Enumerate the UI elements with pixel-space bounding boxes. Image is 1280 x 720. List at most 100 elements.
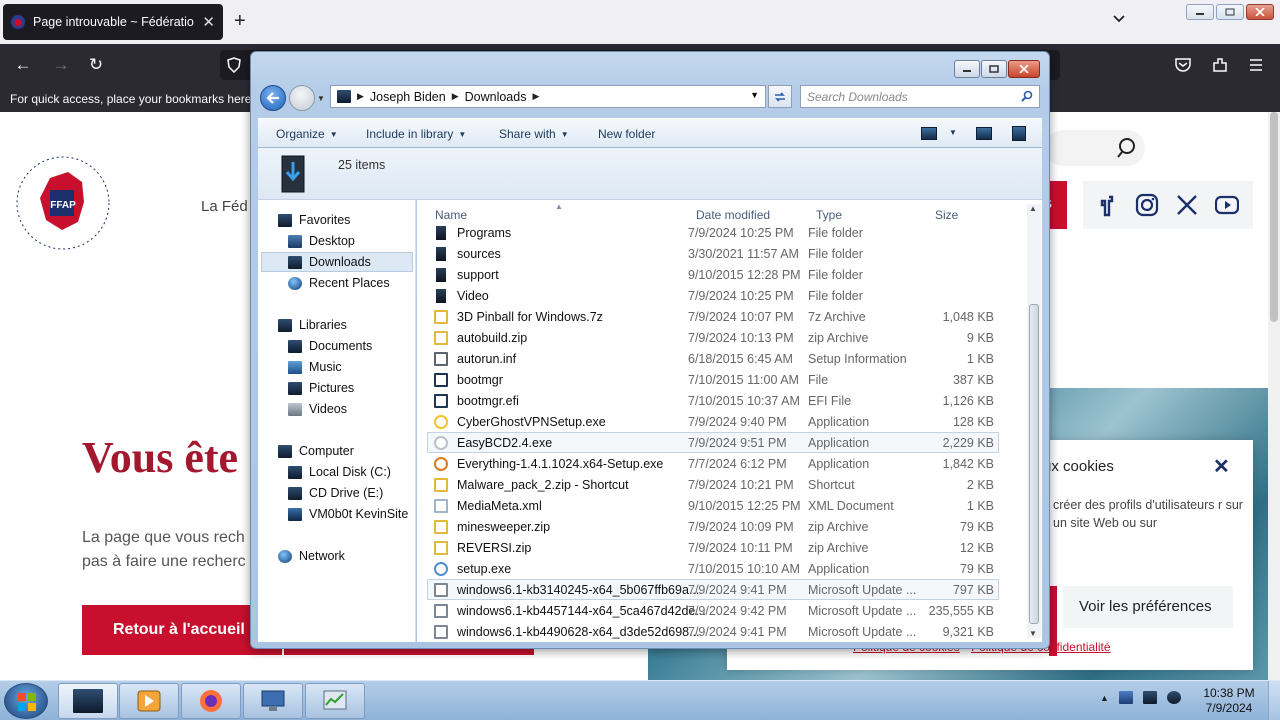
- nav-libraries[interactable]: Libraries: [278, 315, 347, 335]
- share-with-button[interactable]: Share with ▼: [499, 127, 569, 141]
- close-window-button[interactable]: [1246, 4, 1274, 20]
- file-row[interactable]: autobuild.zip 7/9/2024 10:13 PM zip Archiv…: [427, 327, 999, 348]
- explorer-back-button[interactable]: [260, 85, 286, 111]
- explorer-close-button[interactable]: [1008, 60, 1040, 78]
- file-row[interactable]: minesweeper.zip 7/9/2024 10:09 PM zip Arch…: [427, 516, 999, 537]
- preview-pane-icon[interactable]: [976, 127, 992, 140]
- youtube-icon[interactable]: [1215, 193, 1239, 217]
- nav-pictures[interactable]: Pictures: [288, 378, 354, 398]
- refresh-button[interactable]: [768, 85, 792, 108]
- minimize-button[interactable]: [1186, 4, 1214, 20]
- file-row[interactable]: autorun.inf 6/18/2015 6:45 AM Setup Inform…: [427, 348, 999, 369]
- browser-tab[interactable]: Page introuvable ~ Fédération f ✕: [3, 4, 223, 40]
- taskbar-task-manager[interactable]: [305, 683, 365, 719]
- nav-cd-drive[interactable]: CD Drive (E:): [288, 483, 383, 503]
- nav-desktop[interactable]: Desktop: [288, 231, 355, 251]
- file-row[interactable]: Programs 7/9/2024 10:25 PM File folder: [427, 222, 999, 243]
- show-desktop-button[interactable]: [1268, 681, 1280, 720]
- reload-icon[interactable]: ↻: [87, 56, 105, 74]
- file-row[interactable]: MediaMeta.xml 9/10/2015 12:25 PM XML Docum…: [427, 495, 999, 516]
- file-row[interactable]: Video 7/9/2024 10:25 PM File folder: [427, 285, 999, 306]
- include-in-library-button[interactable]: Include in library ▼: [366, 127, 466, 141]
- taskbar-firefox[interactable]: [181, 683, 241, 719]
- nav-videos[interactable]: Videos: [288, 399, 347, 419]
- file-row[interactable]: EasyBCD2.4.exe 7/9/2024 9:51 PM Applicatio…: [427, 432, 999, 453]
- nav-network-drive[interactable]: VM0b0t KevinSite: [288, 504, 408, 524]
- address-bar[interactable]: ▶ Joseph Biden ▶ Downloads ▶ ▼: [330, 85, 766, 108]
- search-icon[interactable]: [1116, 136, 1140, 160]
- scroll-up-icon[interactable]: ▲: [1029, 204, 1037, 213]
- breadcrumb-separator-icon[interactable]: ▶: [357, 91, 364, 102]
- show-hidden-icons-icon[interactable]: ▲: [1100, 693, 1109, 703]
- explorer-minimize-button[interactable]: [954, 60, 980, 78]
- new-tab-button[interactable]: +: [234, 10, 246, 33]
- network-status-icon[interactable]: [1142, 691, 1157, 704]
- column-header-name[interactable]: Name: [435, 208, 467, 222]
- file-row[interactable]: windows6.1-kb4457144-x64_5ca467d42de... 7…: [427, 600, 999, 621]
- tab-close-icon[interactable]: ✕: [202, 13, 215, 31]
- file-row[interactable]: bootmgr 7/10/2015 11:00 AM File 387 KB: [427, 369, 999, 390]
- facebook-icon[interactable]: [1095, 193, 1119, 217]
- address-dropdown-icon[interactable]: ▼: [750, 90, 759, 100]
- instagram-icon[interactable]: [1135, 193, 1159, 217]
- breadcrumb-item-user[interactable]: Joseph Biden: [370, 90, 446, 104]
- column-header-date[interactable]: Date modified: [696, 208, 770, 222]
- extensions-icon[interactable]: [1211, 56, 1229, 74]
- file-row[interactable]: windows6.1-kb4490628-x64_d3de52d698... 7/…: [427, 621, 999, 642]
- change-view-icon[interactable]: [921, 127, 937, 140]
- column-header-size[interactable]: Size: [935, 208, 958, 222]
- view-options-dropdown-icon[interactable]: ▼: [944, 125, 957, 139]
- restore-button[interactable]: [1216, 4, 1244, 20]
- start-button[interactable]: [4, 683, 48, 719]
- x-twitter-icon[interactable]: [1175, 193, 1199, 217]
- list-all-tabs-icon[interactable]: [1112, 12, 1126, 26]
- file-row[interactable]: setup.exe 7/10/2015 10:10 AM Application 79…: [427, 558, 999, 579]
- taskbar-remote-desktop[interactable]: [243, 683, 303, 719]
- column-header-type[interactable]: Type: [816, 208, 842, 222]
- cookie-preferences-button[interactable]: Voir les préférences: [1063, 586, 1233, 628]
- volume-icon[interactable]: [1166, 691, 1181, 704]
- cookie-close-icon[interactable]: ✕: [1213, 454, 1230, 479]
- forward-arrow-icon[interactable]: →: [52, 56, 70, 74]
- nav-local-disk[interactable]: Local Disk (C:): [288, 462, 391, 482]
- nav-recent-places[interactable]: Recent Places: [288, 273, 390, 293]
- pocket-icon[interactable]: [1174, 56, 1192, 74]
- page-scrollbar[interactable]: [1268, 112, 1280, 680]
- nav-network[interactable]: Network: [278, 546, 345, 566]
- breadcrumb-separator-icon[interactable]: ▶: [452, 91, 459, 102]
- file-list-scrollbar-thumb[interactable]: [1029, 304, 1039, 624]
- breadcrumb-separator-icon[interactable]: ▶: [532, 91, 539, 102]
- breadcrumb-item-downloads[interactable]: Downloads: [465, 90, 527, 104]
- page-scrollbar-thumb[interactable]: [1270, 112, 1278, 322]
- nav-favorites[interactable]: Favorites: [278, 210, 350, 230]
- explorer-maximize-button[interactable]: [981, 60, 1007, 78]
- taskbar-media-player[interactable]: [119, 683, 179, 719]
- file-row[interactable]: bootmgr.efi 7/10/2015 10:37 AM EFI File 1,1…: [427, 390, 999, 411]
- file-row[interactable]: REVERSI.zip 7/9/2024 10:11 PM zip Archive 1…: [427, 537, 999, 558]
- search-icon[interactable]: [1021, 90, 1033, 102]
- nav-downloads[interactable]: Downloads: [261, 252, 413, 272]
- nav-music[interactable]: Music: [288, 357, 342, 377]
- nav-computer[interactable]: Computer: [278, 441, 354, 461]
- file-list-scrollbar[interactable]: ▲ ▼: [1027, 204, 1041, 638]
- search-downloads-field[interactable]: Search Downloads: [800, 85, 1040, 108]
- file-row[interactable]: 3D Pinball for Windows.7z 7/9/2024 10:07 …: [427, 306, 999, 327]
- file-row[interactable]: windows6.1-kb3140245-x64_5b067ffb69a... 7…: [427, 579, 999, 600]
- file-row[interactable]: CyberGhostVPNSetup.exe 7/9/2024 9:40 PM Ap…: [427, 411, 999, 432]
- explorer-forward-button[interactable]: [289, 85, 315, 111]
- scroll-down-icon[interactable]: ▼: [1029, 629, 1037, 638]
- file-row[interactable]: Malware_pack_2.zip - Shortcut 7/9/2024 10…: [427, 474, 999, 495]
- organize-button[interactable]: Organize ▼: [276, 127, 338, 141]
- file-row[interactable]: sources 3/30/2021 11:57 AM File folder: [427, 243, 999, 264]
- back-arrow-icon[interactable]: ←: [14, 56, 32, 74]
- menu-icon[interactable]: [1248, 57, 1264, 73]
- nav-documents[interactable]: Documents: [288, 336, 372, 356]
- help-icon[interactable]: [1012, 126, 1026, 141]
- action-center-flag-icon[interactable]: [1118, 691, 1133, 704]
- new-folder-button[interactable]: New folder: [598, 127, 655, 141]
- file-row[interactable]: support 9/10/2015 12:28 PM File folder: [427, 264, 999, 285]
- taskbar-explorer[interactable]: [58, 683, 118, 719]
- shield-icon[interactable]: [226, 57, 242, 73]
- taskbar-clock[interactable]: 10:38 PM 7/9/2024: [1196, 686, 1262, 716]
- recent-pages-dropdown-icon[interactable]: ▼: [317, 94, 325, 103]
